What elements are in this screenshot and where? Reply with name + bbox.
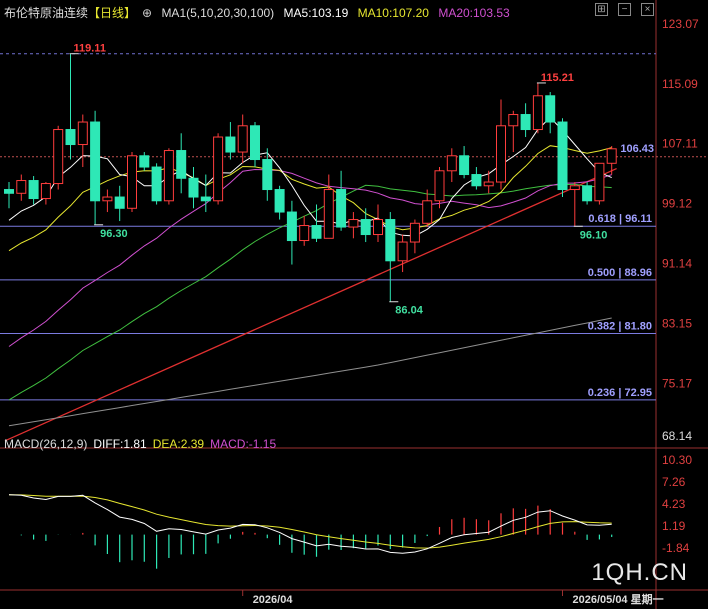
watermark: 1QH.CN [591,559,688,586]
price-tick: 107.11 [662,137,698,151]
price-tick: 91.14 [662,256,692,270]
fib-label: 0.500 | 88.96 [588,267,652,279]
ma100-line [8,317,612,427]
candle-body [471,174,482,187]
date-label: 2026/04 [253,594,294,606]
candle-body [434,170,445,202]
candle-body [336,189,347,228]
current-price-label: 106.43 [620,143,654,155]
candle-body [4,189,14,194]
fib-label: 0.382 | 81.80 [588,321,652,333]
candle-body [16,180,27,194]
symbol-name: 布伦特原油连续 [4,6,89,20]
ma5-value: MA5:103.19 [283,6,349,20]
candle-body [114,196,125,209]
macd-tick: 10.30 [662,453,692,467]
candle-body [274,189,285,213]
macd-tick: 1.19 [662,519,686,533]
date-label: 2026/05/04 星期一 [573,592,664,606]
candle-body [409,222,420,243]
candle-body [139,155,150,168]
candle-body [348,219,359,228]
candle-body [311,225,322,239]
ma30-line [8,183,612,401]
price-tick: 99.12 [662,197,692,211]
dea-value: DEA:2.39 [152,437,205,451]
annotation-low: 96.30 [100,228,128,240]
candle-body [77,121,88,146]
candle-body [65,129,76,146]
candle-body [606,148,617,164]
price-tick: 75.17 [662,376,692,390]
candle-body [360,219,371,236]
candle-body [250,125,260,161]
candle-body [594,162,605,202]
candle-body [53,129,64,185]
price-tick: 68.14 [662,429,692,443]
candle-body [176,150,187,179]
price-tick: 83.15 [662,316,692,330]
price-tick: 115.09 [662,77,698,91]
diff-value: DIFF:1.81 [93,437,147,451]
chart-header: 布伦特原油连续【日线】 ⊕ MA1(5,10,20,30,100) MA5:103… [4,4,516,21]
candle-body [323,189,334,239]
candle-body [286,211,297,242]
candle-body [200,196,211,202]
macd-tick: 4.23 [662,497,686,511]
candle-body [569,185,580,191]
candle-body [102,196,113,202]
fib-label: 0.236 | 72.95 [588,387,652,399]
price-chart[interactable]: 0.618 | 96.11 0.500 | 88.96 0.382 | 81.80 0… [0,0,708,609]
candle-body [545,95,556,123]
dea-line [8,494,612,549]
annotation-high: 119.11 [74,43,106,55]
candle-body [496,125,506,183]
period-label[interactable]: 【日线】 [88,6,136,20]
candle-body [532,95,543,131]
candle-body [40,183,51,200]
gear-icon[interactable]: ⊕ [142,6,152,20]
annotation-low: 86.04 [395,305,423,317]
candle-body [237,125,248,153]
ma20-value: MA20:103.53 [438,6,510,20]
fib-label: 0.618 | 96.11 [588,213,652,225]
settings-icon[interactable]: ⊞ [595,3,608,16]
candle-body [262,159,273,191]
macd-tick: -1.84 [662,541,690,555]
annotation-low: 96.10 [580,229,608,241]
macd-value: MACD:-1.15 [210,437,277,451]
candle-body [446,155,457,172]
candle-body [373,219,383,236]
minimize-icon[interactable]: − [618,3,631,16]
candle-body [557,121,568,191]
price-tick: 123.07 [662,17,699,31]
close-icon[interactable]: × [641,3,654,16]
candle-body [508,114,519,127]
candle-body [188,177,199,198]
candle-body [225,136,236,153]
candle-body [163,150,174,202]
candle-body [397,241,408,262]
candle-body [151,166,162,202]
candle-body [483,181,494,187]
candle-body [385,219,396,262]
annotation-high: 115.21 [541,72,574,84]
candle-body [90,121,101,202]
macd-title: MACD(26,12,9) [4,437,88,451]
diff-line [8,494,612,554]
candle-body [459,155,470,176]
candle-body [520,114,531,131]
macd-header: MACD(26,12,9) DIFF:1.81 DEA:2.39 MACD:-1.15 [4,437,282,451]
candle-body [28,180,39,200]
candle-body [213,136,224,202]
candle-body [299,225,310,242]
macd-tick: 7.26 [662,475,686,489]
ma-title: MA1(5,10,20,30,100) [161,6,275,20]
candle-body [422,200,433,224]
ma10-value: MA10:107.20 [357,6,429,20]
candle-body [127,155,137,209]
candle-body [582,185,593,202]
